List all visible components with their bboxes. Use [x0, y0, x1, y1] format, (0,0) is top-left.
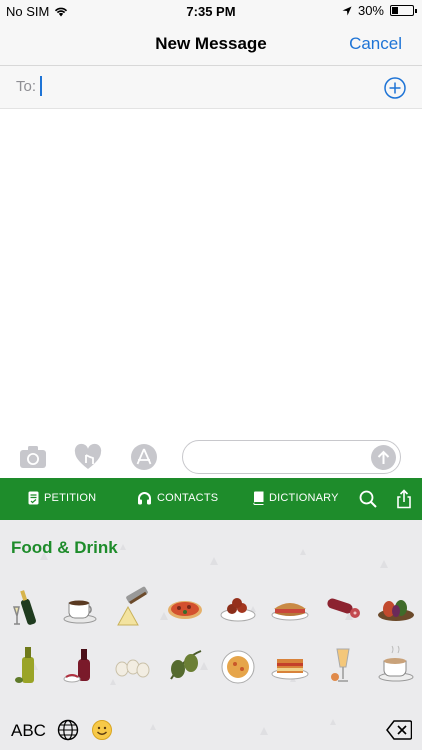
- backspace-icon[interactable]: [386, 720, 412, 740]
- battery-percent: 30%: [357, 3, 384, 18]
- book-icon: [253, 491, 264, 505]
- lasagna-sticker[interactable]: [268, 643, 312, 687]
- emoji-icon[interactable]: [91, 719, 113, 741]
- tab-dictionary[interactable]: DICTIONARY: [253, 491, 339, 505]
- globe-icon[interactable]: [57, 719, 79, 741]
- olive-oil-sticker[interactable]: [6, 643, 50, 687]
- cancel-button[interactable]: Cancel: [349, 34, 402, 54]
- cocktail-sticker[interactable]: [321, 643, 365, 687]
- headphones-icon: [138, 492, 151, 505]
- abc-key[interactable]: ABC: [11, 721, 46, 741]
- vinegar-bottle-sticker[interactable]: [58, 643, 102, 687]
- message-input-bar: [0, 436, 422, 478]
- salami-sticker[interactable]: [321, 585, 365, 629]
- text-cursor: [40, 76, 42, 96]
- battery-level: [392, 7, 398, 14]
- sandwich-sticker[interactable]: [268, 585, 312, 629]
- olives-sticker[interactable]: [163, 643, 207, 687]
- tab-dictionary-label: DICTIONARY: [269, 492, 339, 504]
- camera-icon[interactable]: [18, 443, 48, 471]
- grilled-vegetables-sticker[interactable]: [374, 585, 418, 629]
- share-icon[interactable]: [394, 489, 414, 509]
- cappuccino-sticker[interactable]: [374, 643, 418, 687]
- category-title: Food & Drink: [11, 538, 118, 557]
- garlic-sticker[interactable]: [110, 643, 154, 687]
- send-button[interactable]: [371, 445, 396, 470]
- location-arrow-icon: [342, 6, 352, 15]
- status-bar: No SIM 7:35 PM 30%: [0, 0, 422, 22]
- new-message-screen: No SIM 7:35 PM 30% New Message Cancel To…: [0, 0, 422, 750]
- message-thread-area: [0, 110, 422, 436]
- to-label: To:: [16, 78, 37, 95]
- recipient-row[interactable]: To:: [0, 66, 422, 109]
- sticker-keyboard: Food & Drink ABC: [0, 520, 422, 750]
- digital-touch-icon[interactable]: [73, 443, 103, 471]
- status-right: 30%: [342, 3, 417, 18]
- keyboard-toolbar: PETITION CONTACTS DICTIONARY: [0, 478, 422, 520]
- navigation-bar: New Message Cancel: [0, 22, 422, 66]
- cheese-grater-sticker[interactable]: [110, 585, 154, 629]
- battery-icon: [390, 5, 417, 16]
- risotto-sticker[interactable]: [216, 643, 260, 687]
- tab-contacts[interactable]: CONTACTS: [137, 491, 218, 505]
- add-contact-icon[interactable]: [384, 77, 406, 99]
- petition-icon: [28, 491, 39, 505]
- tab-petition-label: PETITION: [44, 492, 97, 504]
- tab-contacts-label: CONTACTS: [157, 492, 219, 504]
- pizza-sticker[interactable]: [163, 585, 207, 629]
- up-arrow-icon: [377, 450, 390, 464]
- coffee-cup-sticker[interactable]: [58, 585, 102, 629]
- app-store-icon[interactable]: [129, 443, 159, 471]
- tab-petition[interactable]: PETITION: [28, 491, 96, 505]
- search-icon[interactable]: [358, 489, 378, 509]
- meatballs-sticker[interactable]: [216, 585, 260, 629]
- message-text-field[interactable]: [182, 440, 401, 474]
- champagne-sticker[interactable]: [6, 585, 50, 629]
